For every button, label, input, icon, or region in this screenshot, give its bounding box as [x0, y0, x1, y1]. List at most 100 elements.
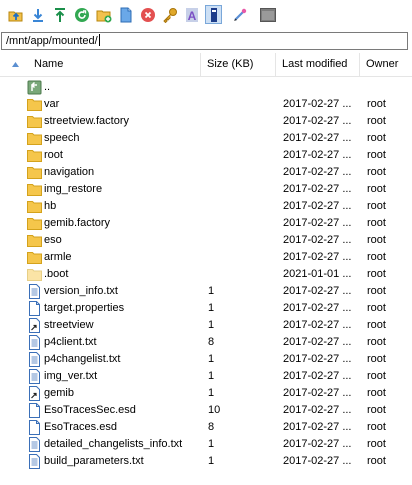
file-name: EsoTracesSec.esd	[44, 404, 136, 416]
file-row[interactable]: p4client.txt 8 2017-02-27 ... root	[0, 334, 412, 351]
file-owner: root	[367, 217, 386, 229]
file-row[interactable]: navigation 2017-02-27 ... root	[0, 164, 412, 181]
refresh-icon[interactable]	[73, 6, 91, 24]
file-row[interactable]: p4changelist.txt 1 2017-02-27 ... root	[0, 351, 412, 368]
symlink-file-icon	[27, 318, 42, 333]
file-row[interactable]: armle 2017-02-27 ... root	[0, 249, 412, 266]
folder-icon	[27, 182, 42, 197]
file-size: 8	[208, 421, 215, 433]
file-modified: 2017-02-27 ...	[283, 166, 352, 178]
hidden-folder-icon	[27, 267, 42, 282]
file-modified: 2017-02-27 ...	[283, 438, 352, 450]
permissions-icon[interactable]	[161, 6, 179, 24]
file-owner: root	[367, 200, 386, 212]
file-modified: 2017-02-27 ...	[283, 404, 352, 416]
file-owner: root	[367, 149, 386, 161]
file-owner: root	[367, 455, 386, 467]
column-name[interactable]: Name	[28, 53, 201, 76]
folder-icon	[27, 216, 42, 231]
file-owner: root	[367, 353, 386, 365]
file-owner: root	[367, 166, 386, 178]
text-file-icon	[27, 369, 42, 384]
file-name: EsoTraces.esd	[44, 421, 117, 433]
text-cursor	[98, 34, 100, 46]
column-size[interactable]: Size (KB)	[201, 53, 276, 76]
file-row[interactable]: .boot 2021-01-01 ... root	[0, 266, 412, 283]
file-modified: 2017-02-27 ...	[283, 370, 352, 382]
file-modified: 2017-02-27 ...	[283, 421, 352, 433]
new-file-icon[interactable]	[117, 6, 135, 24]
file-row[interactable]: gemib 1 2017-02-27 ... root	[0, 385, 412, 402]
terminal-icon[interactable]	[259, 6, 277, 24]
file-row[interactable]: eso 2017-02-27 ... root	[0, 232, 412, 249]
file-row[interactable]: version_info.txt 1 2017-02-27 ... root	[0, 283, 412, 300]
file-modified: 2017-02-27 ...	[283, 149, 352, 161]
toggle-view-icon[interactable]	[205, 5, 222, 24]
path-input[interactable]: /mnt/app/mounted/	[1, 32, 408, 50]
file-name: img_restore	[44, 183, 103, 195]
file-row[interactable]: gemib.factory 2017-02-27 ... root	[0, 215, 412, 232]
file-row[interactable]: streetview 1 2017-02-27 ... root	[0, 317, 412, 334]
parent-directory-icon	[27, 80, 42, 95]
file-owner: root	[367, 268, 386, 280]
column-owner[interactable]: Owner	[360, 53, 412, 76]
file-row[interactable]: ..	[0, 79, 412, 96]
folder-icon	[27, 131, 42, 146]
text-file-icon	[27, 352, 42, 367]
file-modified: 2017-02-27 ...	[283, 302, 352, 314]
folder-icon	[27, 165, 42, 180]
file-modified: 2017-02-27 ...	[283, 455, 352, 467]
file-row[interactable]: var 2017-02-27 ... root	[0, 96, 412, 113]
rename-icon[interactable]: A	[183, 6, 201, 24]
upload-icon[interactable]	[7, 6, 25, 24]
file-row[interactable]: detailed_changelists_info.txt 1 2017-02-27…	[0, 436, 412, 453]
column-last-modified[interactable]: Last modified	[276, 53, 360, 76]
edit-icon[interactable]	[231, 6, 249, 24]
file-modified: 2017-02-27 ...	[283, 183, 352, 195]
text-file-icon	[27, 437, 42, 452]
file-icon	[27, 301, 42, 316]
file-name: ..	[44, 81, 51, 93]
svg-text:A: A	[188, 9, 197, 23]
file-row[interactable]: img_ver.txt 1 2017-02-27 ... root	[0, 368, 412, 385]
file-modified: 2017-02-27 ...	[283, 285, 352, 297]
file-row[interactable]: EsoTracesSec.esd 10 2017-02-27 ... root	[0, 402, 412, 419]
file-size: 1	[208, 387, 215, 399]
file-name: target.properties	[44, 302, 125, 314]
text-file-icon	[27, 454, 42, 469]
file-modified: 2017-02-27 ...	[283, 387, 352, 399]
download-icon[interactable]	[29, 6, 47, 24]
file-size: 1	[208, 319, 215, 331]
file-name: var	[44, 98, 60, 110]
file-modified: 2017-02-27 ...	[283, 251, 352, 263]
file-name: detailed_changelists_info.txt	[44, 438, 183, 450]
file-owner: root	[367, 421, 386, 433]
folder-icon	[27, 97, 42, 112]
file-owner: root	[367, 336, 386, 348]
file-size: 1	[208, 455, 215, 467]
new-folder-icon[interactable]	[95, 6, 113, 24]
file-row[interactable]: EsoTraces.esd 8 2017-02-27 ... root	[0, 419, 412, 436]
file-row[interactable]: hb 2017-02-27 ... root	[0, 198, 412, 215]
file-row[interactable]: streetview.factory 2017-02-27 ... root	[0, 113, 412, 130]
file-owner: root	[367, 438, 386, 450]
file-modified: 2017-02-27 ...	[283, 217, 352, 229]
file-row[interactable]: root 2017-02-27 ... root	[0, 147, 412, 164]
file-name: streetview	[44, 319, 94, 331]
file-row[interactable]: build_parameters.txt 1 2017-02-27 ... root	[0, 453, 412, 470]
go-top-icon[interactable]	[51, 6, 69, 24]
delete-icon[interactable]	[139, 6, 157, 24]
file-row[interactable]: target.properties 1 2017-02-27 ... root	[0, 300, 412, 317]
file-row[interactable]: img_restore 2017-02-27 ... root	[0, 181, 412, 198]
file-name: hb	[44, 200, 57, 212]
file-name: streetview.factory	[44, 115, 129, 127]
file-owner: root	[367, 404, 386, 416]
file-row[interactable]: speech 2017-02-27 ... root	[0, 130, 412, 147]
file-size: 1	[208, 438, 215, 450]
file-modified: 2021-01-01 ...	[283, 268, 352, 280]
folder-icon	[27, 250, 42, 265]
column-header: Name Size (KB) Last modified Owner	[0, 53, 412, 77]
file-modified: 2017-02-27 ...	[283, 319, 352, 331]
file-size: 1	[208, 285, 215, 297]
symlink-file-icon	[27, 386, 42, 401]
